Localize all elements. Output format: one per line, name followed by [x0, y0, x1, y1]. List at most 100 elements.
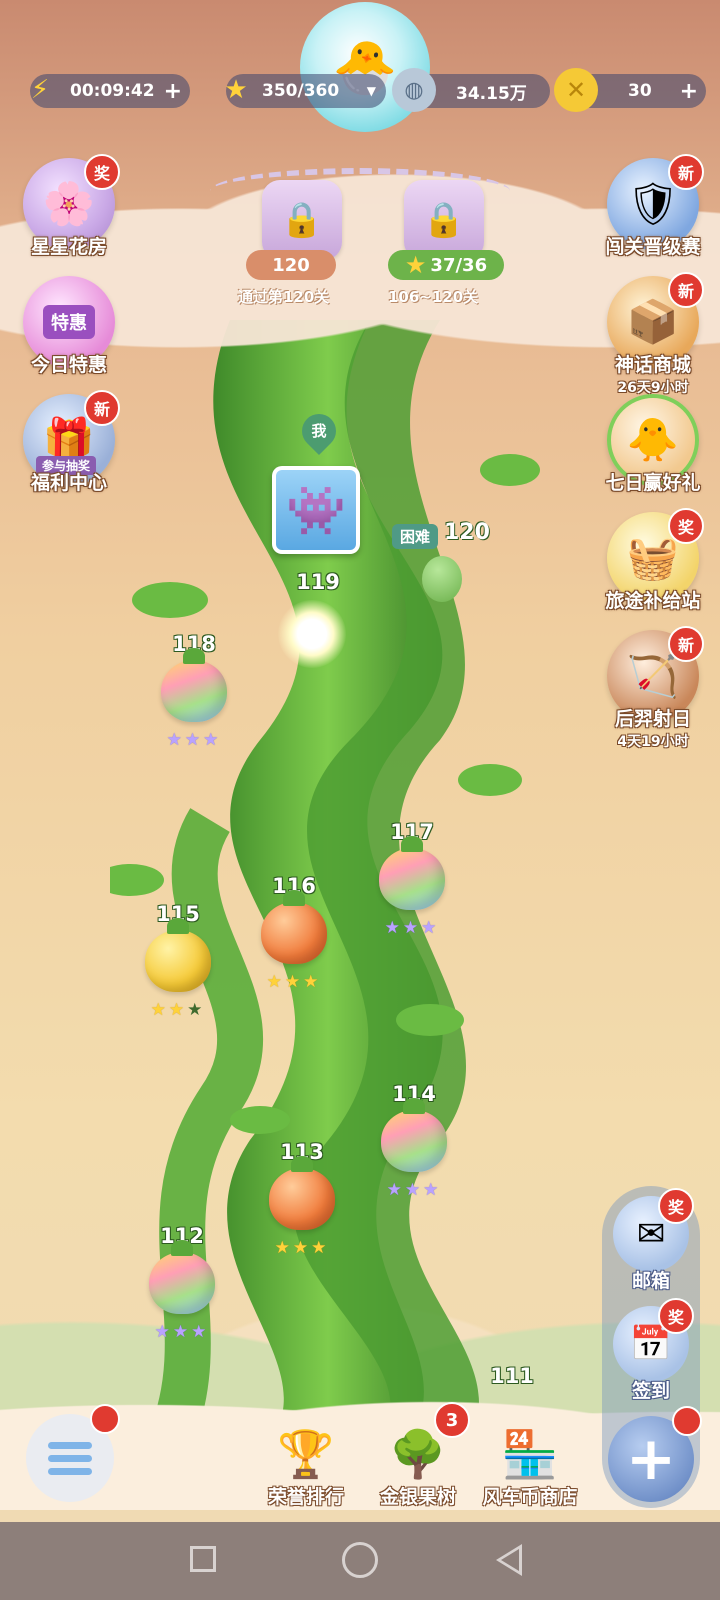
- new-badge: 新: [668, 154, 704, 190]
- lock-left-caption: 通过第120关: [238, 288, 330, 306]
- tree-count-badge: 3: [434, 1402, 470, 1438]
- seven-day-gift-label: 七日赢好礼: [605, 472, 701, 494]
- level-node-114[interactable]: 114 ★★★: [374, 1082, 454, 1200]
- welfare-center-label: 福利中心: [30, 472, 107, 494]
- level-node-112[interactable]: 112 ★★★: [142, 1224, 222, 1342]
- mailbox-button[interactable]: ✉ 奖 邮箱: [610, 1188, 694, 1293]
- star-icon: ★: [404, 251, 427, 279]
- sign-in-button[interactable]: 📅 奖 签到: [610, 1298, 694, 1403]
- add-gold-button[interactable]: +: [680, 79, 698, 104]
- daily-deal-label: 今日特惠: [30, 354, 107, 376]
- player-avatar[interactable]: 👾: [272, 466, 360, 554]
- daily-deal-button[interactable]: 特惠 今日特惠: [14, 276, 124, 377]
- honor-ranking-button[interactable]: 🏆 荣誉排行: [246, 1412, 366, 1509]
- level-stars: ★★★: [384, 918, 440, 938]
- lock-right-stars-value: 37/36: [430, 254, 488, 276]
- supply-station-button[interactable]: 🧺 奖 旅途补给站: [598, 508, 708, 613]
- energy-pill[interactable]: ⚡ 00:09:42 +: [30, 74, 190, 108]
- welfare-center-button[interactable]: 🎁 新 参与抽奖 福利中心: [14, 390, 124, 495]
- gold-fruit-icon: [145, 918, 211, 992]
- seven-day-gift-button[interactable]: 🐥 七日赢好礼: [598, 394, 708, 495]
- recent-apps-icon[interactable]: [190, 1546, 216, 1572]
- rainbow-fruit-icon: [149, 1240, 215, 1314]
- reward-badge: 奖: [658, 1298, 694, 1334]
- archer-event-timer: 4天19小时: [617, 734, 689, 750]
- level-stars: ★★★: [386, 1180, 442, 1200]
- mailbox-label: 邮箱: [631, 1270, 670, 1292]
- hard-level-tag: 困难: [392, 524, 439, 549]
- windmill-shop-label: 风车币商店: [482, 1486, 578, 1508]
- orange-fruit-icon: [261, 890, 327, 964]
- menu-line-icon: [48, 1441, 92, 1449]
- reward-badge: 奖: [658, 1188, 694, 1224]
- current-level-glow[interactable]: [278, 600, 346, 668]
- system-nav-bar: [0, 1522, 720, 1600]
- windmill-shop-button[interactable]: 🏪 风车币商店: [470, 1412, 590, 1509]
- lock-right-stars-tag: ★ 37/36: [388, 250, 504, 280]
- star-icon: ★: [224, 75, 248, 105]
- star-flower-house-button[interactable]: 🌸 奖 星星花房: [14, 154, 124, 259]
- energy-timer: 00:09:42: [70, 81, 155, 101]
- level-node-118[interactable]: 118 ★★★: [154, 632, 234, 750]
- promotion-contest-label: 闯关晋级赛: [605, 236, 701, 258]
- promotion-contest-button[interactable]: 🛡 新 闯关晋级赛: [598, 154, 708, 259]
- lightning-icon: ⚡: [30, 75, 50, 105]
- level-stars: ★★★: [266, 972, 322, 992]
- add-energy-button[interactable]: +: [164, 79, 182, 104]
- gold-coin-pill[interactable]: ✕ 30 +: [554, 68, 706, 112]
- fruit-tree-label: 金银果树: [379, 1486, 456, 1508]
- level-node-119[interactable]: 119: [278, 570, 358, 594]
- resource-bar: ⚡ 00:09:42 + ★ 350/360 ▼ ◍ 34.15万 ✕ 30 +: [0, 68, 720, 114]
- level-node-111[interactable]: 111: [472, 1364, 552, 1388]
- level-number: 119: [296, 570, 340, 594]
- stars-count: 350/360: [262, 81, 340, 101]
- hard-level-number: 120: [444, 520, 490, 545]
- menu-line-icon: [48, 1454, 92, 1462]
- silver-coin-count: 34.15万: [456, 83, 527, 104]
- menu-line-icon: [48, 1467, 92, 1475]
- reward-badge: 奖: [668, 508, 704, 544]
- myth-shop-label: 神话商城: [614, 354, 691, 376]
- me-label: 我: [311, 422, 327, 440]
- back-icon[interactable]: [496, 1544, 522, 1576]
- silver-coin-icon: ◍: [392, 68, 436, 112]
- level-node-116[interactable]: 116 ★★★: [254, 874, 334, 992]
- rainbow-fruit-icon: [161, 648, 227, 722]
- myth-shop-button[interactable]: 📦 新 神话商城 26天9小时: [598, 272, 708, 397]
- silver-coin-pill[interactable]: ◍ 34.15万: [392, 68, 550, 112]
- gold-coin-count: 30: [628, 81, 652, 101]
- lock-icon-left[interactable]: 🔒: [262, 180, 342, 260]
- stars-pill[interactable]: ★ 350/360 ▼: [224, 74, 386, 108]
- lock-icon-right[interactable]: 🔒: [404, 180, 484, 260]
- monster-avatar-icon: 👾: [276, 470, 356, 550]
- daily-deal-inner-label: 特惠: [43, 305, 95, 339]
- sign-in-label: 签到: [631, 1380, 670, 1402]
- home-icon[interactable]: [342, 1542, 378, 1578]
- notification-dot: [90, 1404, 120, 1434]
- chevron-down-icon[interactable]: ▼: [367, 84, 376, 98]
- archer-event-button[interactable]: 🏹 新 后羿射日 4天19小时: [598, 626, 708, 751]
- level-number: 111: [490, 1364, 534, 1388]
- new-badge: 新: [84, 390, 120, 426]
- crown-trophy-icon: 🏆: [277, 1427, 335, 1481]
- level-node-117[interactable]: 117 ★★★: [372, 820, 452, 938]
- player-location-pin: 我: [294, 406, 344, 456]
- star-flower-house-label: 星星花房: [30, 236, 107, 258]
- reward-badge: 奖: [84, 154, 120, 190]
- level-stars: ★★★: [154, 1322, 210, 1342]
- lock-right-caption: 106~120关: [388, 288, 479, 306]
- orange-fruit-icon: [269, 1156, 335, 1230]
- level-node-113[interactable]: 113 ★★★: [262, 1140, 342, 1258]
- honor-ranking-label: 荣誉排行: [267, 1486, 344, 1508]
- rainbow-fruit-icon: [381, 1098, 447, 1172]
- lock-left-level-tag: 120: [246, 250, 336, 280]
- rainbow-fruit-icon: [379, 836, 445, 910]
- level-stars: ★★★: [166, 730, 222, 750]
- supply-station-label: 旅途补给站: [605, 590, 701, 612]
- archer-event-label: 后羿射日: [614, 708, 691, 730]
- locked-level-bud[interactable]: [422, 556, 462, 602]
- new-badge: 新: [668, 626, 704, 662]
- level-stars: ★★★: [150, 1000, 206, 1020]
- level-node-115[interactable]: 115 ★★★: [138, 902, 218, 1020]
- game-screen: 🐣 ⚡ 00:09:42 + ★ 350/360 ▼ ◍ 34.15万 ✕ 30…: [0, 0, 720, 1600]
